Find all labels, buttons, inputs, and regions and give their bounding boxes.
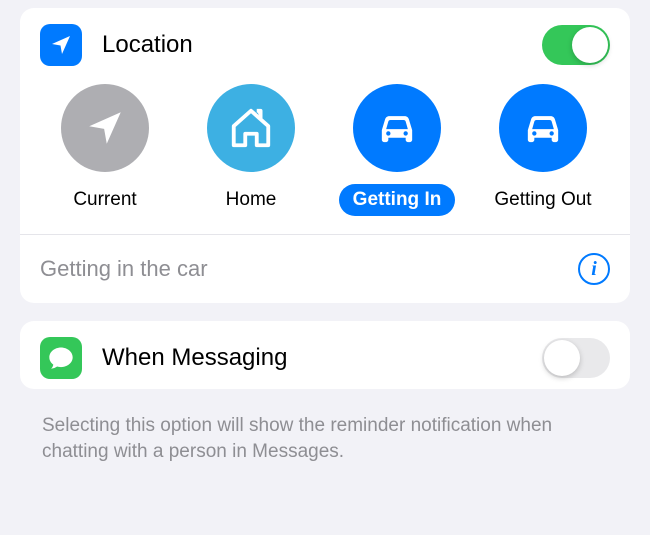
messaging-header: When Messaging bbox=[20, 321, 630, 389]
location-options: Current Home Getting In bbox=[20, 76, 630, 234]
option-getting-in[interactable]: Getting In bbox=[324, 84, 470, 216]
location-header: Location bbox=[20, 8, 630, 76]
option-label: Getting In bbox=[339, 184, 456, 216]
option-custom[interactable]: Cu bbox=[616, 84, 630, 216]
option-home[interactable]: Home bbox=[178, 84, 324, 216]
option-label: Home bbox=[212, 184, 291, 216]
option-label: Getting Out bbox=[480, 184, 605, 216]
car-icon bbox=[353, 84, 441, 172]
option-current[interactable]: Current bbox=[32, 84, 178, 216]
car-icon bbox=[499, 84, 587, 172]
messaging-description: Selecting this option will show the remi… bbox=[20, 407, 630, 464]
messages-icon bbox=[40, 337, 82, 379]
location-detail-text: Getting in the car bbox=[40, 256, 578, 282]
location-title: Location bbox=[102, 31, 542, 59]
messaging-title: When Messaging bbox=[102, 344, 542, 372]
info-icon[interactable]: i bbox=[578, 253, 610, 285]
home-icon bbox=[207, 84, 295, 172]
location-card: Location Current Home bbox=[20, 8, 630, 303]
arrow-icon bbox=[61, 84, 149, 172]
location-arrow-icon bbox=[40, 24, 82, 66]
option-label: Current bbox=[59, 184, 150, 216]
location-toggle[interactable] bbox=[542, 25, 610, 65]
option-getting-out[interactable]: Getting Out bbox=[470, 84, 616, 216]
location-detail-row: Getting in the car i bbox=[20, 235, 630, 303]
messaging-card: When Messaging bbox=[20, 321, 630, 389]
messaging-toggle[interactable] bbox=[542, 338, 610, 378]
